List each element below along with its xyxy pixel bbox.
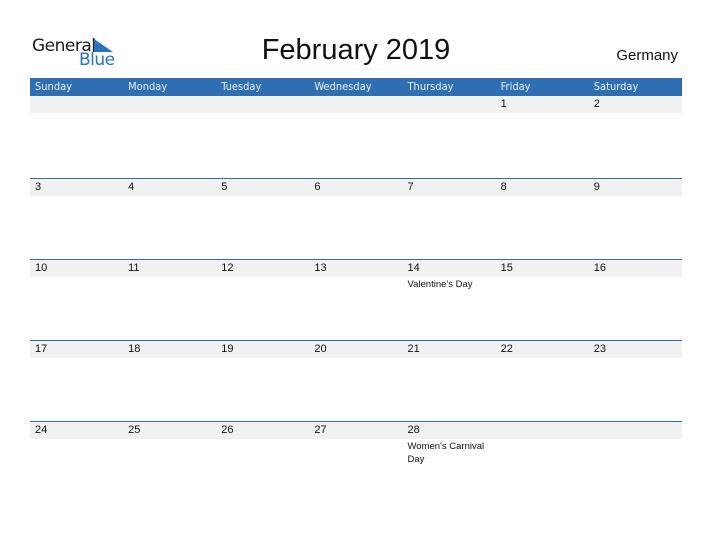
week-cells: 24 25 26 27 28 Women's Carnival Day — [30, 422, 682, 502]
day-cell: 13 — [309, 260, 402, 340]
day-number: 14 — [407, 262, 420, 274]
weekday-sunday: Sunday — [35, 80, 73, 93]
day-number: 26 — [221, 424, 234, 436]
day-number: 28 — [407, 424, 420, 436]
day-number: 19 — [221, 343, 234, 355]
day-number: 5 — [221, 181, 228, 193]
day-number: 13 — [314, 262, 327, 274]
day-cell: 16 — [589, 260, 682, 340]
day-number: 22 — [500, 343, 513, 355]
day-number: 7 — [407, 181, 414, 193]
day-cell: 23 — [589, 341, 682, 421]
weekday-thursday: Thursday — [407, 80, 454, 93]
week-row: 17 18 19 20 21 22 23 — [30, 340, 682, 422]
day-number: 11 — [128, 262, 140, 274]
day-number: 12 — [221, 262, 234, 274]
weekday-saturday: Saturday — [593, 80, 639, 93]
day-cell: 27 — [309, 422, 402, 502]
week-cells: 10 11 12 13 14 Valentine's Day 15 16 — [30, 260, 682, 340]
day-cell — [216, 96, 309, 176]
week-row: 3 4 5 6 7 8 9 — [30, 178, 682, 260]
day-cell: 6 — [309, 179, 402, 259]
day-cell: 1 — [496, 96, 589, 176]
day-number: 18 — [128, 343, 141, 355]
day-number: 6 — [314, 181, 321, 193]
week-cells: 12 — [30, 96, 682, 176]
day-cell — [403, 96, 496, 176]
week-cells: 3 4 5 6 7 8 9 — [30, 179, 682, 259]
day-cell: 24 — [30, 422, 123, 502]
day-number: 17 — [35, 343, 48, 355]
day-cell: 8 — [496, 179, 589, 259]
day-number: 21 — [407, 343, 420, 355]
day-number: 16 — [593, 262, 606, 274]
day-cell — [309, 96, 402, 176]
day-number: 23 — [593, 343, 606, 355]
weekday-wednesday: Wednesday — [314, 80, 372, 93]
day-number: 24 — [35, 424, 48, 436]
week-row: 12 — [30, 96, 682, 177]
week-cells: 17 18 19 20 21 22 23 — [30, 341, 682, 421]
day-cell: 21 — [403, 341, 496, 421]
day-cell: 26 — [216, 422, 309, 502]
day-cell: 4 — [123, 179, 216, 259]
day-number: 4 — [128, 181, 135, 193]
day-number: 9 — [593, 181, 600, 193]
day-cell — [589, 422, 682, 502]
day-number: 1 — [500, 98, 507, 110]
day-number: 27 — [314, 424, 327, 436]
day-cell: 10 — [30, 260, 123, 340]
week-row: 24 25 26 27 28 Women's Carnival Day — [30, 421, 682, 503]
day-cell: 17 — [30, 341, 123, 421]
country-label: Germany — [616, 47, 678, 64]
day-cell: 28 Women's Carnival Day — [403, 422, 496, 502]
day-cell: 12 — [216, 260, 309, 340]
day-cell: 3 — [30, 179, 123, 259]
day-cell: 7 — [403, 179, 496, 259]
holiday-label: Women's Carnival Day — [407, 441, 485, 465]
day-cell: 15 — [496, 260, 589, 340]
day-cell: 25 — [123, 422, 216, 502]
page-title: February 2019 — [261, 34, 451, 66]
week-row: 10 11 12 13 14 Valentine's Day 15 16 — [30, 259, 682, 341]
day-cell: 5 — [216, 179, 309, 259]
weekday-header: Sunday Monday Tuesday Wednesday Thursday… — [30, 78, 682, 96]
day-cell: 22 — [496, 341, 589, 421]
day-number: 8 — [500, 181, 507, 193]
day-number: 25 — [128, 424, 141, 436]
day-cell: 19 — [216, 341, 309, 421]
day-number: 3 — [35, 181, 42, 193]
day-number: 15 — [500, 262, 513, 274]
weekday-friday: Friday — [500, 80, 531, 93]
day-number: 2 — [593, 98, 600, 110]
day-number: 10 — [35, 262, 48, 274]
day-cell: 2 — [589, 96, 682, 176]
day-cell: 14 Valentine's Day — [403, 260, 496, 340]
day-cell — [30, 96, 123, 176]
holiday-label: Valentine's Day — [407, 279, 473, 290]
day-cell — [496, 422, 589, 502]
day-cell: 20 — [309, 341, 402, 421]
day-cell: 18 — [123, 341, 216, 421]
day-cell: 11 — [123, 260, 216, 340]
day-cell — [123, 96, 216, 176]
day-cell: 9 — [589, 179, 682, 259]
weekday-monday: Monday — [128, 80, 168, 93]
weekday-tuesday: Tuesday — [221, 80, 262, 93]
day-number: 20 — [314, 343, 327, 355]
